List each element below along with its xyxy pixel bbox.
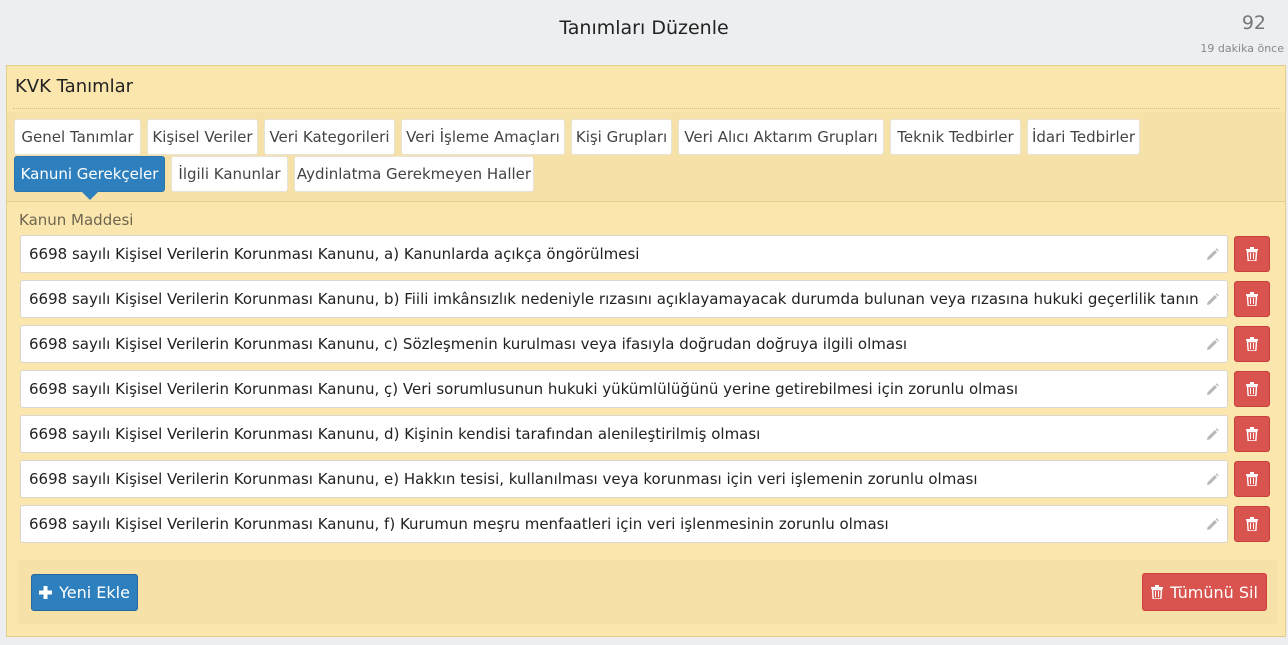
tab-veri-kategorileri[interactable]: Veri Kategorileri [264, 119, 395, 155]
pencil-icon[interactable] [1204, 517, 1220, 533]
pencil-icon[interactable] [1204, 382, 1220, 398]
list-item: 6698 sayılı Kişisel Verilerin Korunması … [20, 415, 1278, 453]
item-field[interactable]: 6698 sayılı Kişisel Verilerin Korunması … [20, 415, 1228, 453]
item-field[interactable]: 6698 sayılı Kişisel Verilerin Korunması … [20, 235, 1228, 273]
divider [13, 108, 1279, 109]
trash-icon [1151, 585, 1164, 599]
item-text: 6698 sayılı Kişisel Verilerin Korunması … [29, 380, 1019, 398]
tab-kisi-gruplari[interactable]: Kişi Grupları [571, 119, 672, 155]
trash-icon [1246, 247, 1258, 261]
delete-all-label: Tümünü Sil [1170, 582, 1258, 602]
item-text: 6698 sayılı Kişisel Verilerin Korunması … [29, 335, 908, 353]
item-text: 6698 sayılı Kişisel Verilerin Korunması … [29, 515, 889, 533]
panel-footer: Yeni Ekle Tümünü Sil [18, 560, 1277, 624]
delete-item-button[interactable] [1234, 416, 1270, 452]
pencil-icon[interactable] [1204, 292, 1220, 308]
item-field[interactable]: 6698 sayılı Kişisel Verilerin Korunması … [20, 280, 1228, 318]
item-text: 6698 sayılı Kişisel Verilerin Korunması … [29, 425, 761, 443]
trash-icon [1246, 427, 1258, 441]
kvk-panel: KVK Tanımlar Genel Tanımlar Kişisel Veri… [6, 65, 1286, 637]
delete-item-button[interactable] [1234, 326, 1270, 362]
tab-ilgili-kanunlar[interactable]: İlgili Kanunlar [171, 156, 288, 192]
item-field[interactable]: 6698 sayılı Kişisel Verilerin Korunması … [20, 505, 1228, 543]
tab-aydinlatma-gerekmeyen-haller[interactable]: Aydinlatma Gerekmeyen Haller [294, 156, 534, 192]
trash-icon [1246, 337, 1258, 351]
tab-veri-alici-aktarim-gruplari[interactable]: Veri Alıcı Aktarım Grupları [678, 119, 884, 155]
delete-item-button[interactable] [1234, 236, 1270, 272]
list-item: 6698 sayılı Kişisel Verilerin Korunması … [20, 460, 1278, 498]
list-item: 6698 sayılı Kişisel Verilerin Korunması … [20, 325, 1278, 363]
tab-idari-tedbirler[interactable]: İdari Tedbirler [1027, 119, 1140, 155]
tab-kanuni-gerekceler[interactable]: Kanuni Gerekçeler [14, 156, 165, 200]
delete-item-button[interactable] [1234, 506, 1270, 542]
item-text: 6698 sayılı Kişisel Verilerin Korunması … [29, 470, 978, 488]
field-label: Kanun Maddesi [19, 211, 134, 229]
pencil-icon[interactable] [1204, 247, 1220, 263]
trash-icon [1246, 472, 1258, 486]
tab-teknik-tedbirler[interactable]: Teknik Tedbirler [890, 119, 1021, 155]
tab-kisisel-veriler[interactable]: Kişisel Veriler [147, 119, 258, 155]
updated-time: 19 dakika önce [1200, 42, 1284, 55]
add-new-label: Yeni Ekle [59, 583, 130, 602]
plus-icon [39, 586, 53, 599]
list-item: 6698 sayılı Kişisel Verilerin Korunması … [20, 280, 1278, 318]
delete-item-button[interactable] [1234, 371, 1270, 407]
tab-bar: Genel Tanımlar Kişisel Veriler Veri Kate… [7, 112, 1285, 202]
trash-icon [1246, 292, 1258, 306]
item-field[interactable]: 6698 sayılı Kişisel Verilerin Korunması … [20, 325, 1228, 363]
delete-all-button[interactable]: Tümünü Sil [1142, 573, 1267, 611]
page-title: Tanımları Düzenle [559, 17, 729, 39]
pencil-icon[interactable] [1204, 427, 1220, 443]
delete-item-button[interactable] [1234, 281, 1270, 317]
list-item: 6698 sayılı Kişisel Verilerin Korunması … [20, 370, 1278, 408]
add-new-button[interactable]: Yeni Ekle [31, 574, 138, 611]
pencil-icon[interactable] [1204, 337, 1220, 353]
trash-icon [1246, 517, 1258, 531]
item-field[interactable]: 6698 sayılı Kişisel Verilerin Korunması … [20, 370, 1228, 408]
item-text: 6698 sayılı Kişisel Verilerin Korunması … [29, 245, 640, 263]
pencil-icon[interactable] [1204, 472, 1220, 488]
item-field[interactable]: 6698 sayılı Kişisel Verilerin Korunması … [20, 460, 1228, 498]
list-item: 6698 sayılı Kişisel Verilerin Korunması … [20, 235, 1278, 273]
tab-veri-isleme-amaclari[interactable]: Veri İşleme Amaçları [401, 119, 565, 155]
tab-genel-tanimlar[interactable]: Genel Tanımlar [14, 119, 141, 155]
delete-item-button[interactable] [1234, 461, 1270, 497]
page-header: Tanımları Düzenle 92 19 dakika önce [0, 0, 1288, 62]
panel-title: KVK Tanımlar [15, 76, 134, 97]
list-item: 6698 sayılı Kişisel Verilerin Korunması … [20, 505, 1278, 543]
record-count: 92 [1241, 12, 1266, 34]
item-text: 6698 sayılı Kişisel Verilerin Korunması … [29, 290, 1199, 308]
trash-icon [1246, 382, 1258, 396]
